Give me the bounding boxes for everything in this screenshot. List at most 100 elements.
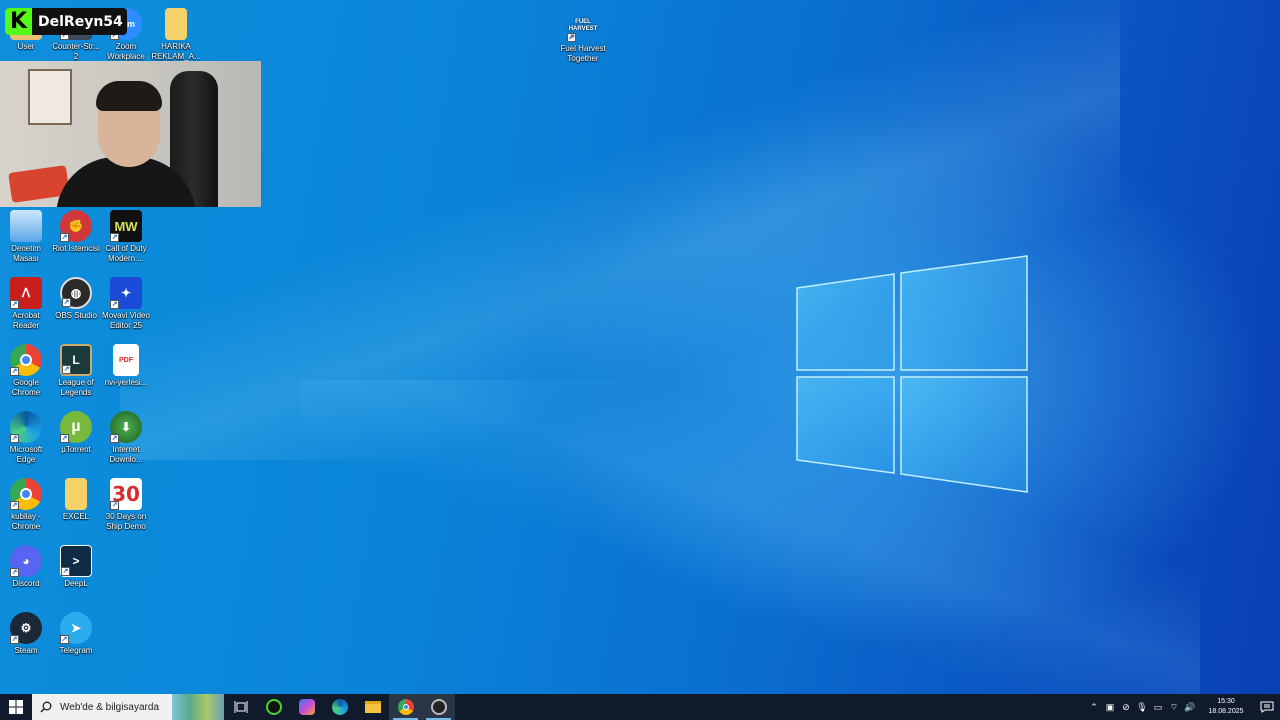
tray-display-button[interactable]: ▭: [1150, 694, 1166, 720]
desktop-icon-lol[interactable]: L ↗ League of Legends: [50, 344, 102, 398]
volume-icon: 🔊: [1184, 701, 1196, 712]
desktop-icon-label: Microsoft Edge: [9, 445, 43, 464]
taskbar-app-chrome[interactable]: [389, 694, 422, 720]
taskbar-app-copilot[interactable]: [290, 694, 323, 720]
taskbar-app-file-explorer[interactable]: [356, 694, 389, 720]
discord-icon: ◕ ↗: [10, 545, 42, 577]
task-view-button[interactable]: [224, 694, 257, 720]
chrome-icon: ↗: [10, 344, 42, 376]
deepl-icon: > ↗: [60, 545, 92, 577]
desktop-icon-deepl[interactable]: > ↗ DeepL: [50, 545, 102, 589]
desktop-icon-label: Telegram: [59, 646, 93, 655]
fuel-harvest-icon: FUEL HARVEST ↗: [567, 19, 598, 42]
tray-network-button[interactable]: ⊘: [1118, 694, 1134, 720]
desktop-icon-idm[interactable]: ⬇ ↗ Internet Downlo...: [100, 411, 152, 465]
desktop-icon-label: Counter-Str... 2: [52, 42, 100, 61]
start-button[interactable]: [0, 694, 32, 720]
taskbar-app-obs[interactable]: [422, 694, 455, 720]
wifi-icon: ⌔: [1169, 701, 1179, 712]
steam-icon: ⚙ ↗: [10, 612, 42, 644]
desktop-icon-utorrent[interactable]: µ ↗ µTorrent: [50, 411, 102, 455]
desktop-icon-movavi[interactable]: ✦ ↗ Movavi Video Editor 25: [100, 277, 152, 331]
desktop-icon-label: DeepL: [64, 579, 88, 588]
desktop-icon-30days[interactable]: 30 ↗ 30 Days on Ship Demo: [100, 478, 152, 532]
tray-wifi-button[interactable]: ⌔: [1166, 694, 1182, 720]
taskbar-search-box[interactable]: Web'de & bilgisayarda: [32, 694, 224, 720]
chrome-icon: [397, 699, 414, 715]
desktop-icon-harika[interactable]: HARIKA REKLAM_A...: [150, 8, 202, 62]
light-beam: [300, 380, 1200, 700]
tray-microphone-button[interactable]: 🎙: [1134, 694, 1150, 720]
taskbar: Web'de & bilgisayarda ⌃ ▣ ⊘ 🎙 ▭ ⌔ 🔊 15:3…: [0, 694, 1280, 720]
tray-volume-button[interactable]: 🔊: [1182, 694, 1198, 720]
kick-logo-icon: K: [5, 8, 32, 35]
system-tray: ⌃ ▣ ⊘ 🎙 ▭ ⌔ 🔊 15:30 18.08.2025: [1086, 694, 1280, 720]
notification-icon: [1260, 701, 1274, 713]
desktop-icon-label: Internet Downlo...: [109, 445, 143, 464]
desktop-icon-chrome[interactable]: ↗ Google Chrome: [0, 344, 52, 398]
streamer-name: DelReyn54: [38, 13, 123, 30]
desktop-icon-obs[interactable]: ◍ ↗ OBS Studio: [50, 277, 102, 321]
taskbar-app-razer[interactable]: [257, 694, 290, 720]
desktop-icon-riot[interactable]: ✊ ↗ Riot İstemcisi: [50, 210, 102, 254]
person-hair: [96, 81, 162, 111]
monitor-icon: ▭: [1153, 701, 1163, 712]
desktop-icon-pdf[interactable]: PDF nvi-yerlesi...: [100, 344, 152, 388]
chevron-up-icon: ⌃: [1090, 701, 1098, 712]
desktop-icon-excel[interactable]: EXCEL: [50, 478, 102, 522]
riot-client-icon: ✊ ↗: [60, 210, 92, 242]
desktop-icon-telegram[interactable]: ➤ ↗ Telegram: [50, 612, 102, 656]
desktop-icon-edge[interactable]: ↗ Microsoft Edge: [0, 411, 52, 465]
notification-center-button[interactable]: [1254, 694, 1280, 720]
network-off-icon: ⊘: [1122, 701, 1130, 712]
tray-app-icon: ▣: [1105, 701, 1115, 712]
clock-date: 18.08.2025: [1208, 708, 1244, 715]
desktop-icon-label: nvi-yerlesi...: [104, 378, 148, 387]
thirty-days-icon: 30 ↗: [110, 478, 142, 510]
taskbar-app-edge[interactable]: [323, 694, 356, 720]
desktop-icon-label: EXCEL: [62, 512, 90, 521]
desktop-icon-kubilay[interactable]: ↗ kubilay - Chrome: [0, 478, 52, 532]
desktop-icon-acrobat[interactable]: ᐱ ↗ Acrobat Reader: [0, 277, 52, 331]
acrobat-icon: ᐱ ↗: [10, 277, 42, 309]
folder-icon: [165, 8, 187, 40]
folder-icon: [65, 478, 87, 510]
edge-icon: [331, 699, 348, 715]
obs-icon: ◍ ↗: [60, 277, 92, 309]
desktop-icon-fuel-harvest[interactable]: FUEL HARVEST ↗ Fuel Harvest Together: [557, 10, 609, 64]
control-panel-icon: [10, 210, 42, 242]
show-hidden-icons-button[interactable]: ⌃: [1086, 694, 1102, 720]
league-of-legends-icon: L ↗: [60, 344, 92, 376]
desktop-icon-label: Denetim Masası: [11, 244, 41, 263]
desktop-icon-label: Discord: [12, 579, 40, 588]
streamer-badge: K DelReyn54: [5, 8, 127, 35]
desktop-icon-label: Fuel Harvest Together: [560, 44, 606, 63]
search-placeholder: Web'de & bilgisayarda: [60, 701, 160, 713]
task-view-icon: [234, 701, 247, 713]
desktop-icon-cod[interactable]: MW ↗ Call of Duty Modern ...: [100, 210, 152, 264]
desktop-icon-denetim[interactable]: Denetim Masası: [0, 210, 52, 264]
desktop-icon-label: League of Legends: [58, 378, 94, 397]
desktop-icon-label: User: [17, 42, 35, 51]
desktop-icon-label: Call of Duty Modern ...: [105, 244, 147, 263]
razer-icon: [265, 699, 282, 715]
desktop-icon-discord[interactable]: ◕ ↗ Discord: [0, 545, 52, 589]
search-highlight-image: [172, 694, 224, 720]
telegram-icon: ➤ ↗: [60, 612, 92, 644]
wall-art: [28, 69, 72, 125]
desktop-icon-steam[interactable]: ⚙ ↗ Steam: [0, 612, 52, 656]
movavi-icon: ✦ ↗: [110, 277, 142, 309]
desktop-icon-label: 30 Days on Ship Demo: [105, 512, 147, 531]
desktop-icon-label: Acrobat Reader: [12, 311, 40, 330]
call-of-duty-icon: MW ↗: [110, 210, 142, 242]
clock-time: 15:30: [1217, 698, 1235, 705]
search-icon: [40, 701, 52, 713]
desktop-icon-label: Steam: [14, 646, 38, 655]
tray-app-button[interactable]: ▣: [1102, 694, 1118, 720]
desktop-icon-label: kubilay - Chrome: [11, 512, 41, 531]
desktop-icon-label: Riot İstemcisi: [52, 244, 100, 253]
pdf-file-icon: PDF: [113, 344, 139, 376]
microphone-icon: 🎙: [1136, 701, 1148, 712]
utorrent-icon: µ ↗: [60, 411, 92, 443]
taskbar-clock[interactable]: 15:30 18.08.2025: [1204, 697, 1248, 717]
